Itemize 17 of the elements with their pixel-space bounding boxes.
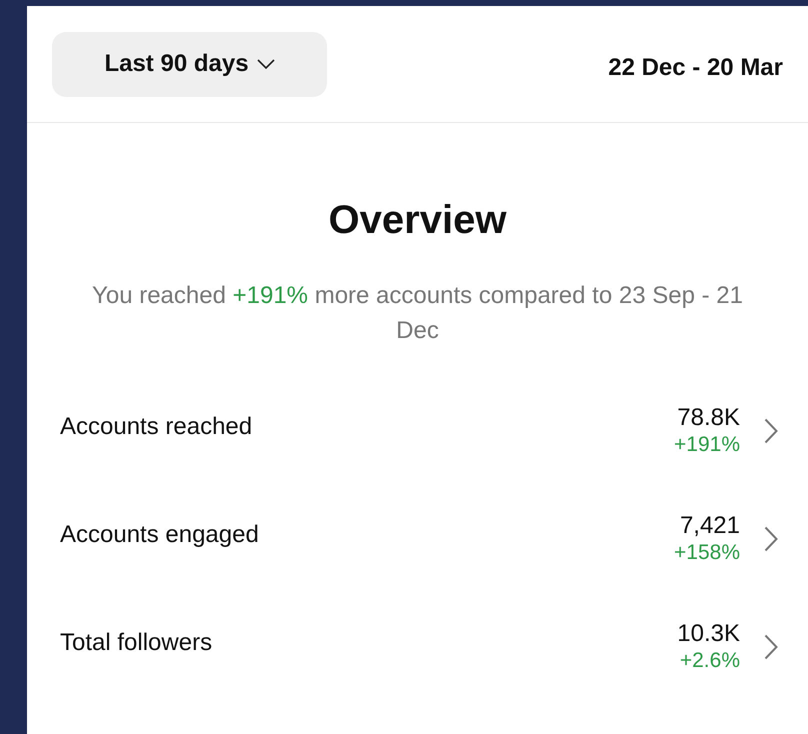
- metric-label: Accounts reached: [60, 412, 252, 442]
- metric-label: Accounts engaged: [60, 520, 259, 550]
- metric-change: +191%: [674, 432, 740, 458]
- metric-label: Total followers: [60, 628, 212, 658]
- date-range: 22 Dec - 20 Mar: [608, 53, 783, 83]
- metric-change: +158%: [674, 540, 740, 566]
- chevron-right-icon[interactable]: [764, 634, 778, 660]
- chevron-down-icon: [256, 59, 275, 69]
- chevron-right-icon[interactable]: [764, 418, 778, 444]
- date-range-dropdown[interactable]: Last 90 days: [52, 32, 327, 96]
- metric-change: +2.6%: [680, 648, 740, 674]
- metric-value: 78.8K: [677, 404, 740, 432]
- summary-text: You reached +191% more accounts compared to 23 Sep - 21 Dec: [91, 281, 744, 346]
- metric-value: 10.3K: [677, 620, 740, 648]
- chevron-right-icon[interactable]: [764, 526, 778, 552]
- overview-title: Overview: [328, 197, 508, 244]
- metric-value: 7,421: [680, 512, 740, 540]
